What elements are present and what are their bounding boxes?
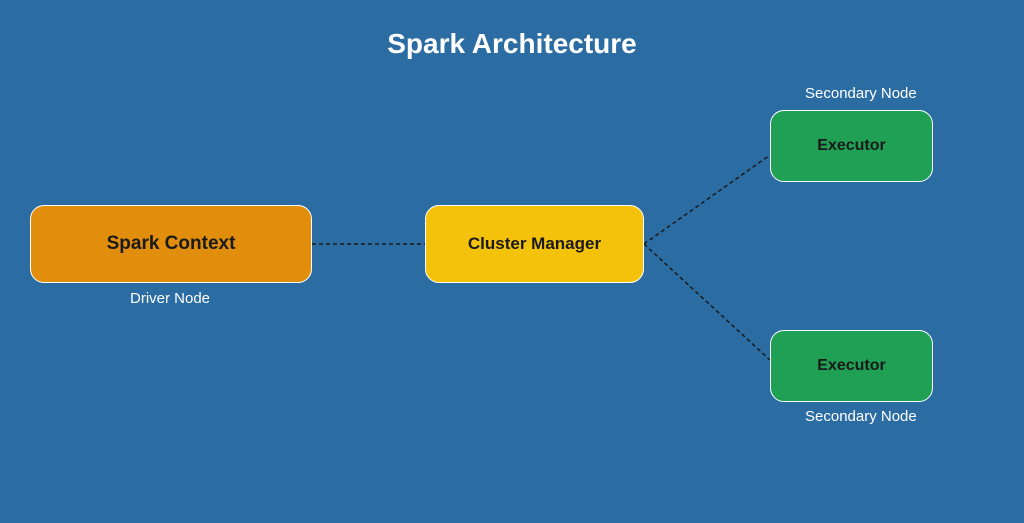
node-executor-1-label: Executor: [817, 137, 885, 155]
label-secondary-node-2: Secondary Node: [805, 408, 917, 425]
node-executor-2-label: Executor: [817, 357, 885, 375]
label-driver-node: Driver Node: [130, 290, 210, 307]
connector-manager-exec1: [644, 155, 770, 244]
node-executor-1: Executor: [770, 110, 933, 182]
diagram-title: Spark Architecture: [0, 28, 1024, 60]
node-spark-context-label: Spark Context: [107, 233, 236, 255]
node-cluster-manager: Cluster Manager: [425, 205, 644, 283]
node-spark-context: Spark Context: [30, 205, 312, 283]
label-secondary-node-1: Secondary Node: [805, 85, 917, 102]
node-cluster-manager-label: Cluster Manager: [468, 234, 601, 254]
node-executor-2: Executor: [770, 330, 933, 402]
connector-manager-exec2: [644, 244, 770, 360]
